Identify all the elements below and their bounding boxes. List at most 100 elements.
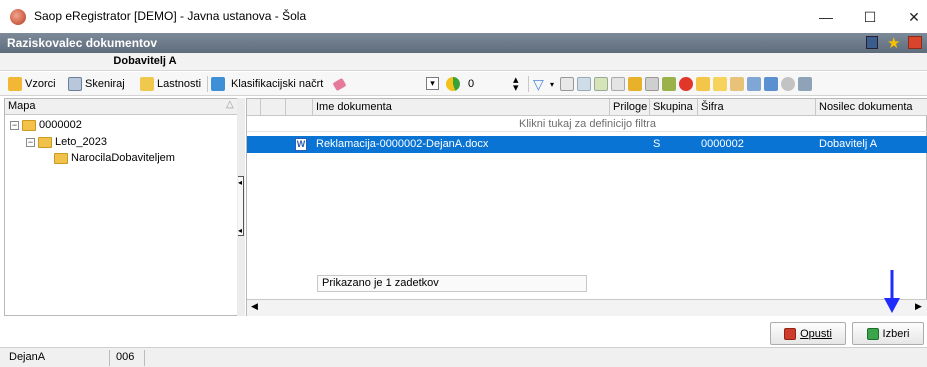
scanner-icon	[68, 77, 82, 91]
copy-icon[interactable]	[713, 77, 727, 91]
open-icon[interactable]	[747, 77, 761, 91]
tree-header-label: Mapa	[8, 100, 36, 112]
column-header-sifra[interactable]: Šifra	[698, 99, 816, 116]
collapse-icon[interactable]: −	[26, 137, 35, 147]
tree-node-orders[interactable]: NarocilaDobaviteljem	[54, 152, 175, 164]
skeniraj-button[interactable]: Skeniraj	[68, 75, 125, 93]
refresh-icon[interactable]	[446, 75, 460, 93]
select-button[interactable]: Izberi	[852, 322, 924, 345]
sub-header: Dobavitelj A	[0, 53, 927, 71]
status-code: 006	[113, 350, 145, 366]
edit-document-icon[interactable]	[594, 77, 608, 91]
sort-indicator-icon: △	[226, 99, 234, 110]
unlock-icon[interactable]	[645, 77, 659, 91]
tree-node-label: NarocilaDobaviteljem	[71, 152, 175, 164]
supplier-title: Dobavitelj A	[113, 55, 177, 67]
filter-row[interactable]: Klikni tukaj za definicijo filtra	[247, 116, 927, 132]
counter-value: 0	[468, 78, 475, 90]
toolbar: Vzorci Skeniraj Lastnosti Klasifikacijsk…	[0, 72, 927, 96]
cancel-button[interactable]: Opusti	[770, 322, 846, 345]
panel-title: Raziskovalec dokumentov	[7, 36, 158, 50]
status-user: DejanA	[6, 350, 110, 366]
annotation-arrow-icon	[884, 270, 900, 313]
tree-node-label: 0000002	[39, 119, 82, 131]
cancel-icon	[784, 327, 797, 340]
title-bar: Saop eRegistrator [DEMO] - Javna ustanov…	[0, 0, 927, 33]
panel-header: Raziskovalec dokumentov ★	[0, 33, 927, 53]
select-icon	[866, 327, 879, 340]
tree-node-year[interactable]: − Leto_2023	[26, 136, 107, 148]
maximize-button[interactable]: ☐	[852, 4, 888, 30]
folder-icon	[22, 119, 36, 131]
column-header-nosilec[interactable]: Nosilec dokumenta	[816, 99, 927, 116]
books-icon[interactable]	[866, 36, 878, 49]
lock-icon[interactable]	[628, 77, 642, 91]
paste-icon[interactable]	[730, 77, 744, 91]
close-button[interactable]: ✕	[896, 4, 927, 30]
classification-button[interactable]	[211, 75, 225, 93]
minimize-button[interactable]: —	[808, 4, 844, 30]
classification-dropdown[interactable]: ▾	[426, 77, 439, 90]
vzorci-label: Vzorci	[25, 78, 56, 90]
window-title: Saop eRegistrator [DEMO] - Javna ustanov…	[34, 9, 307, 23]
tools-icon[interactable]	[798, 77, 812, 91]
attach-icon[interactable]	[696, 77, 710, 91]
classification-icon	[211, 77, 225, 91]
document-nosilec: Dobavitelj A	[819, 138, 878, 150]
send-icon[interactable]	[764, 77, 778, 91]
documents-grid[interactable]: Ime dokumenta Priloge Skupina Šifra Nosi…	[246, 98, 927, 316]
column-type[interactable]	[286, 99, 313, 116]
column-header-priloge[interactable]: Priloge	[610, 99, 650, 116]
lastnosti-label: Lastnosti	[157, 78, 202, 90]
counter-spinner[interactable]: ▴ ▾	[513, 75, 519, 94]
select-label: Izberi	[882, 327, 910, 340]
classification-label: Klasifikacijski načrt	[231, 78, 324, 90]
document-sifra: 0000002	[701, 138, 744, 150]
scroll-right-icon[interactable]: ▶	[915, 301, 922, 312]
template-icon	[8, 77, 22, 91]
table-row[interactable]: W Reklamacija-0000002-DejanA.docx S 0000…	[247, 136, 927, 153]
column-selector[interactable]	[247, 99, 261, 116]
print-icon[interactable]	[662, 77, 676, 91]
eraser-icon[interactable]	[332, 75, 347, 93]
vzorci-button[interactable]: Vzorci	[8, 75, 56, 93]
lastnosti-button[interactable]: Lastnosti	[140, 75, 201, 93]
filter-icon[interactable]: ▽	[533, 75, 544, 93]
status-bar: DejanA 006	[0, 347, 927, 367]
new-document-icon[interactable]	[560, 77, 574, 91]
tree-header[interactable]: Mapa △	[5, 99, 243, 115]
exit-icon[interactable]	[908, 36, 922, 49]
cancel-label: Opusti	[800, 327, 832, 340]
toolbar-separator	[528, 76, 529, 92]
copy-document-icon[interactable]	[577, 77, 591, 91]
column-header-name[interactable]: Ime dokumenta	[313, 99, 610, 116]
document-tools[interactable]	[560, 75, 812, 93]
collapse-left-icon[interactable]: ◂	[238, 226, 242, 235]
tree-node-label: Leto_2023	[55, 136, 107, 148]
panel-splitter[interactable]: ◂ ◂	[237, 98, 245, 316]
delete-icon[interactable]	[679, 77, 693, 91]
column-icon[interactable]	[261, 99, 286, 116]
word-document-icon: W	[295, 138, 307, 151]
column-header-skupina[interactable]: Skupina	[650, 99, 698, 116]
app-icon	[10, 9, 26, 25]
archive-icon[interactable]	[781, 77, 795, 91]
skeniraj-label: Skeniraj	[85, 78, 125, 90]
folder-tree[interactable]: Mapa △ − 0000002 − Leto_2023 NarocilaDob…	[4, 98, 244, 316]
move-document-icon[interactable]	[611, 77, 625, 91]
grid-header: Ime dokumenta Priloge Skupina Šifra Nosi…	[247, 99, 927, 116]
document-name: Reklamacija-0000002-DejanA.docx	[316, 138, 489, 150]
favorite-star-icon[interactable]: ★	[887, 34, 900, 52]
tree-node-root[interactable]: − 0000002	[10, 119, 82, 131]
properties-icon	[140, 77, 154, 91]
document-skupina: S	[653, 138, 661, 150]
folder-open-icon	[38, 136, 52, 148]
collapse-left-icon[interactable]: ◂	[238, 178, 242, 187]
horizontal-scrollbar[interactable]: ◀ ▶	[247, 299, 927, 316]
toolbar-separator	[207, 76, 208, 92]
folder-icon	[54, 152, 68, 164]
collapse-icon[interactable]: −	[10, 120, 19, 130]
filter-dropdown-icon[interactable]: ▾	[550, 75, 554, 93]
scroll-left-icon[interactable]: ◀	[251, 301, 258, 312]
results-count: Prikazano je 1 zadetkov	[317, 275, 587, 292]
